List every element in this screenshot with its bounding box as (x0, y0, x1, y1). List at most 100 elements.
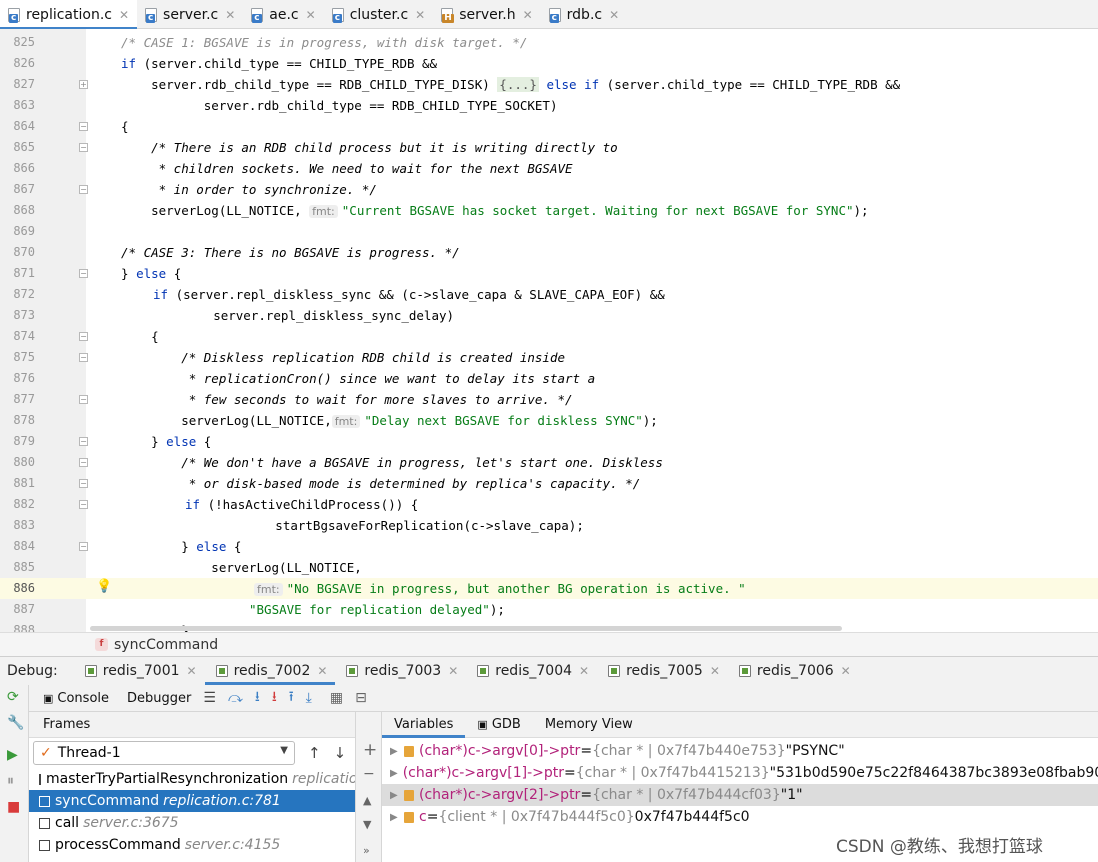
debugger-tab[interactable]: Debugger (127, 691, 191, 706)
fold-collapse-icon[interactable]: − (79, 437, 88, 446)
debug-tab-redis-7002[interactable]: redis_7002 ✕ (204, 657, 336, 685)
tab-gdb[interactable]: ▣ GDB (465, 712, 532, 738)
close-icon[interactable]: ✕ (579, 664, 589, 678)
folded-code-block[interactable]: {...} (497, 77, 539, 92)
move-down-icon[interactable]: ▼ (363, 818, 371, 831)
menu-icon[interactable]: ☰ (203, 690, 216, 706)
fold-collapse-icon[interactable]: − (79, 143, 88, 152)
layout-icon[interactable]: ⊟ (355, 690, 367, 706)
chevron-right-icon[interactable]: ▶ (382, 812, 404, 823)
horizontal-scrollbar[interactable] (90, 626, 842, 631)
move-up-icon[interactable]: ▲ (363, 794, 371, 807)
run-config-icon (346, 665, 359, 677)
run-config-icon (608, 665, 621, 677)
pause-icon[interactable]: ⏸ (7, 773, 14, 789)
fold-collapse-icon[interactable]: − (79, 458, 88, 467)
close-icon[interactable]: ✕ (710, 664, 720, 678)
chevron-right-icon[interactable]: ▶ (382, 768, 398, 779)
fold-expand-icon[interactable]: + (79, 80, 88, 89)
close-icon[interactable]: ✕ (415, 8, 425, 22)
thread-select[interactable]: ✓ Thread-1 ▼ (33, 741, 295, 765)
close-icon[interactable]: ✕ (119, 8, 129, 22)
step-into-icon[interactable]: ⭳ (255, 686, 260, 710)
fold-collapse-icon[interactable]: − (79, 269, 88, 278)
debug-tab-redis-7005[interactable]: redis_7005 ✕ (597, 657, 728, 685)
breadcrumb[interactable]: f syncCommand (0, 632, 1098, 656)
checkmark-icon: ✓ (40, 745, 52, 761)
chevron-right-icon[interactable]: ▶ (382, 746, 404, 757)
variable-row-selected[interactable]: ▶ (char*)c->argv[2]->ptr = {char * | 0x7f… (382, 784, 1098, 806)
debug-tab-redis-7006[interactable]: redis_7006 ✕ (728, 657, 859, 685)
stack-frame[interactable]: processCommand server.c:4155 (29, 834, 355, 856)
stack-frame[interactable]: masterTryPartialResynchronization replica… (29, 768, 355, 790)
close-icon[interactable]: ✕ (187, 664, 197, 678)
chevron-right-icon[interactable]: ▶ (382, 790, 404, 801)
stack-frame-selected[interactable]: syncCommand replication.c:781 (29, 790, 355, 812)
resume-icon[interactable]: ▶ (7, 747, 18, 763)
run-to-cursor-icon[interactable]: ⤓ (306, 690, 312, 706)
debug-tab-redis-7001[interactable]: redis_7001 ✕ (74, 657, 205, 685)
close-icon[interactable]: ✕ (841, 664, 851, 678)
frame-location: server.c:4155 (184, 837, 281, 853)
step-out-icon[interactable]: ⭱ (289, 686, 294, 710)
variable-row[interactable]: ▶ (char*)c->argv[0]->ptr = {char * | 0x7f… (382, 740, 1098, 762)
frame-location: replicatio (292, 771, 356, 787)
tab-ae-c[interactable]: ae.c ✕ (243, 0, 323, 29)
tab-variables[interactable]: Variables (382, 712, 466, 738)
arrow-down-icon[interactable]: ↓ (334, 744, 347, 762)
line-number: 879 (13, 434, 35, 448)
debug-tab-redis-7003[interactable]: redis_7003 ✕ (335, 657, 466, 685)
fold-collapse-icon[interactable]: − (79, 500, 88, 509)
code-text: } (121, 539, 197, 554)
stack-frame[interactable]: call server.c:3675 (29, 812, 355, 834)
close-icon[interactable]: ✕ (317, 664, 327, 678)
force-step-into-icon[interactable]: ⭳ (272, 686, 277, 710)
fold-collapse-icon[interactable]: − (79, 332, 88, 341)
wrench-icon[interactable]: 🔧 (7, 715, 24, 731)
variable-row[interactable]: ▶ (char*)c->argv[1]->ptr = {char * | 0x7f… (382, 762, 1098, 784)
evaluate-icon[interactable]: ▦ (330, 690, 343, 706)
close-icon[interactable]: ✕ (225, 8, 235, 22)
param-hint: fmt: (254, 583, 283, 596)
rerun-icon[interactable]: ⟳ (7, 689, 19, 705)
fold-collapse-icon[interactable]: − (79, 479, 88, 488)
debugger-tab-label: Debugger (127, 690, 192, 706)
fold-collapse-icon[interactable]: − (79, 542, 88, 551)
tab-rdb-c[interactable]: rdb.c ✕ (541, 0, 628, 29)
tab-cluster-c[interactable]: cluster.c ✕ (324, 0, 434, 29)
frame-function: syncCommand (55, 793, 160, 809)
tab-label: server.c (163, 6, 219, 23)
debug-tab-redis-7004[interactable]: redis_7004 ✕ (466, 657, 597, 685)
close-icon[interactable]: ✕ (306, 8, 316, 22)
stop-icon[interactable]: ■ (7, 799, 20, 815)
tab-replication-c[interactable]: replication.c ✕ (0, 0, 138, 30)
editor-tab-bar: replication.c ✕ server.c ✕ ae.c ✕ cluster.c… (0, 0, 1098, 30)
fold-collapse-icon[interactable]: − (79, 395, 88, 404)
arrow-up-icon[interactable]: ↑ (308, 744, 321, 762)
debug-tab-label: redis_7004 (495, 663, 573, 679)
line-number: 882 (13, 497, 35, 511)
more-icon[interactable]: » (363, 844, 370, 857)
fold-collapse-icon[interactable]: − (79, 122, 88, 131)
remove-watch-icon[interactable]: − (363, 766, 375, 782)
line-number: 825 (13, 35, 35, 49)
code-editor[interactable]: 825 /* CASE 1: BGSAVE is in progress, wit… (0, 29, 1098, 632)
debug-tab-label: redis_7006 (756, 663, 834, 679)
line-number: 874 (13, 329, 35, 343)
close-icon[interactable]: ✕ (609, 8, 619, 22)
fold-collapse-icon[interactable]: − (79, 353, 88, 362)
fold-collapse-icon[interactable]: − (79, 185, 88, 194)
tab-memory-view[interactable]: Memory View (533, 712, 645, 738)
add-watch-icon[interactable]: + (363, 740, 377, 760)
watermark: CSDN @教练、我想打篮球 (836, 837, 1043, 857)
code-line: 825 /* CASE 1: BGSAVE is in progress, wit… (0, 32, 1098, 53)
tab-server-h[interactable]: server.h ✕ (433, 0, 540, 29)
tab-server-c[interactable]: server.c ✕ (137, 0, 243, 29)
step-over-icon[interactable]: ⤼ (228, 690, 243, 706)
variable-row[interactable]: ▶ c = {client * | 0x7f47b444f5c0} 0x7f47b… (382, 806, 1098, 828)
close-icon[interactable]: ✕ (523, 8, 533, 22)
close-icon[interactable]: ✕ (448, 664, 458, 678)
frame-icon (39, 817, 50, 829)
lightbulb-icon[interactable]: 💡 (96, 579, 112, 594)
console-tab[interactable]: ▣ Console (43, 691, 109, 706)
